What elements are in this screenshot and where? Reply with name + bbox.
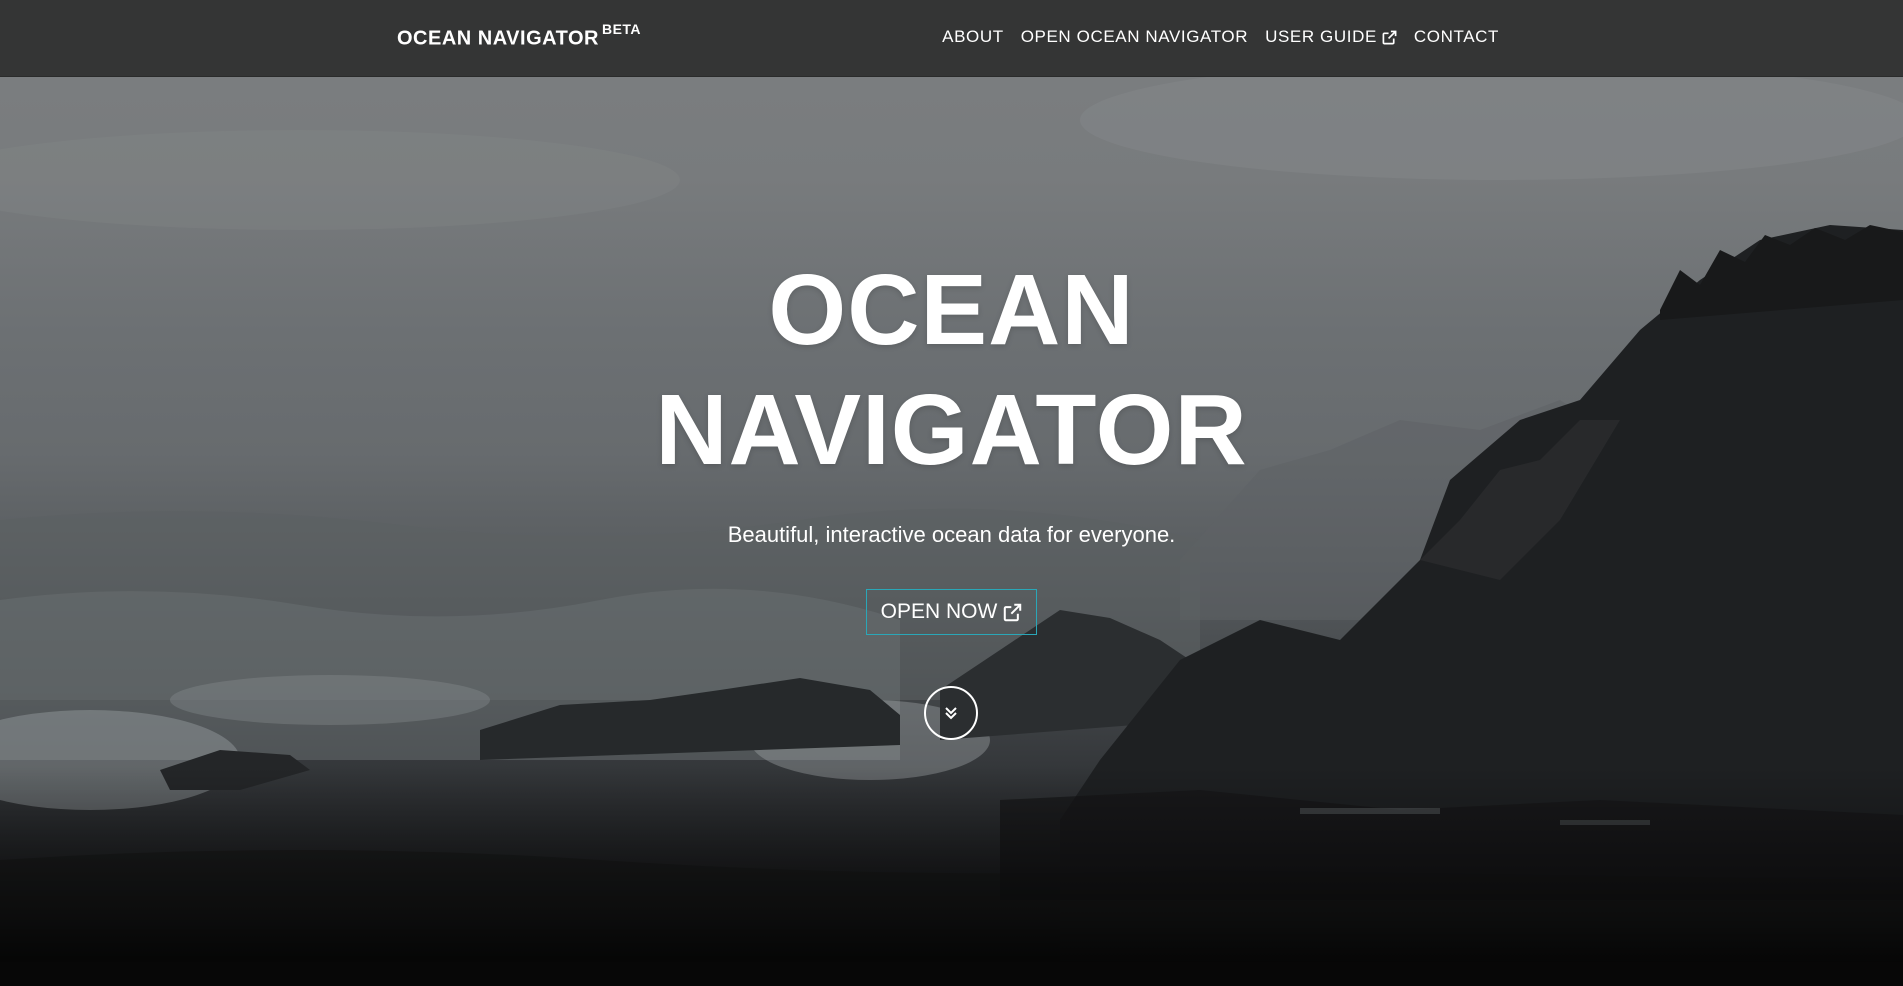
nav-link-label: CONTACT (1413, 27, 1499, 46)
open-now-button[interactable]: OPEN NOW (866, 589, 1037, 635)
nav-links: ABOUT OPEN OCEAN NAVIGATOR USER GUIDE CO… (942, 27, 1499, 47)
nav-link-user-guide[interactable]: USER GUIDE (1265, 27, 1397, 47)
brand-logo-link[interactable]: OCEAN NAVIGATOR BETA (397, 21, 642, 51)
hero-section: OCEAN NAVIGATOR Beautiful, interactive o… (0, 0, 1903, 986)
nav-link-label: USER GUIDE (1265, 27, 1377, 46)
brand-beta-badge: BETA (601, 21, 642, 37)
nav-link-about[interactable]: ABOUT (942, 27, 1004, 47)
nav-link-label: ABOUT (942, 27, 1004, 46)
nav-link-label: OPEN OCEAN NAVIGATOR (1020, 27, 1249, 46)
top-navbar: OCEAN NAVIGATOR BETA ABOUT OPEN OCEAN NAV… (0, 0, 1903, 77)
external-link-icon (1382, 30, 1397, 44)
double-chevron-down-icon (945, 707, 957, 720)
scroll-down-button[interactable] (924, 686, 978, 740)
hero-title-line-1: OCEAN (768, 254, 1135, 366)
brand-name: OCEAN NAVIGATOR (397, 27, 599, 50)
hero-title-line-2: NAVIGATOR (655, 374, 1248, 486)
hero-title: OCEAN NAVIGATOR (0, 250, 1903, 490)
hero-subtitle: Beautiful, interactive ocean data for ev… (727, 522, 1176, 547)
nav-link-open-ocean-navigator[interactable]: OPEN OCEAN NAVIGATOR (1021, 27, 1248, 47)
open-now-label: OPEN NOW (880, 600, 998, 623)
external-link-icon (1004, 603, 1022, 621)
nav-link-contact[interactable]: CONTACT (1414, 27, 1499, 47)
